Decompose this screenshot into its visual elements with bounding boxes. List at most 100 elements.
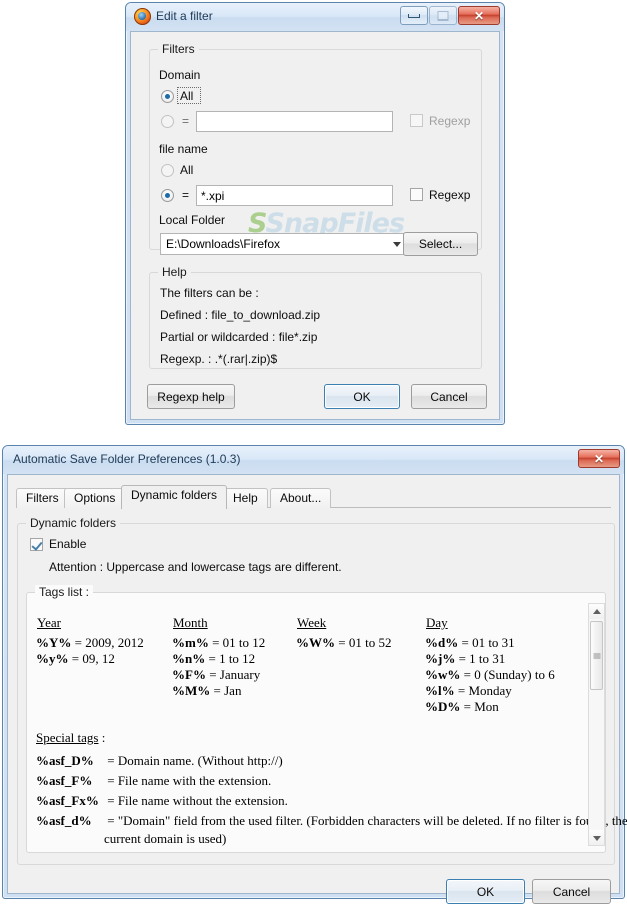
help-group-legend: Help bbox=[158, 265, 191, 279]
filename-eq-label: = bbox=[182, 188, 190, 202]
tag-desc: = Monday bbox=[454, 683, 512, 698]
triangle-up-icon bbox=[592, 608, 601, 614]
enable-checkbox[interactable] bbox=[30, 538, 43, 551]
cancel-label: Cancel bbox=[430, 389, 468, 404]
tab-dynamic-folders-label: Dynamic folders bbox=[131, 488, 218, 502]
close-icon[interactable]: ✕ bbox=[458, 6, 500, 25]
cancel-button[interactable]: Cancel bbox=[411, 384, 487, 409]
window-controls: ✕ bbox=[399, 6, 500, 25]
filename-eq-radio[interactable] bbox=[161, 189, 174, 202]
tag-desc: = 09, 12 bbox=[68, 651, 115, 666]
tag-row: %D% = Mon bbox=[425, 699, 499, 715]
tag-key: %asf_F% bbox=[36, 773, 93, 788]
tag-row: %y% = 09, 12 bbox=[36, 651, 115, 667]
local-folder-label: Local Folder bbox=[159, 213, 226, 227]
scroll-up-icon[interactable] bbox=[589, 604, 604, 619]
special-tag-row: %asf_D% = Domain name. (Without http://) bbox=[36, 753, 283, 769]
edit-filter-titlebar[interactable]: Edit a filter ✕ bbox=[126, 3, 504, 31]
filename-regexp-checkbox[interactable] bbox=[410, 188, 423, 201]
domain-all-label: All bbox=[180, 89, 194, 103]
tag-desc: = 1 to 12 bbox=[205, 651, 256, 666]
domain-regexp-label: Regexp bbox=[429, 114, 471, 128]
domain-eq-radio[interactable] bbox=[161, 115, 174, 128]
tag-column-heading-month: Month bbox=[173, 615, 208, 630]
scroll-down-icon[interactable] bbox=[589, 830, 604, 845]
close-icon[interactable]: ✕ bbox=[578, 449, 620, 468]
tag-key: %l% bbox=[425, 683, 455, 698]
filename-regexp-label: Regexp bbox=[429, 188, 471, 202]
close-glyph: ✕ bbox=[593, 451, 605, 466]
edit-filter-title: Edit a filter bbox=[156, 9, 213, 23]
tag-desc: = Mon bbox=[460, 699, 499, 714]
tag-key: %Y% bbox=[36, 635, 72, 650]
tag-row: %Y% = 2009, 2012 bbox=[36, 635, 144, 651]
tab-strip: Filters Options Dynamic folders Help Abo… bbox=[16, 483, 611, 509]
close-glyph: ✕ bbox=[473, 8, 485, 23]
special-tags-heading-text: Special tags bbox=[36, 730, 99, 745]
tag-key: %w% bbox=[425, 667, 461, 682]
select-folder-button[interactable]: Select... bbox=[403, 232, 478, 256]
filters-group-legend: Filters bbox=[158, 42, 199, 56]
tab-filters-label: Filters bbox=[26, 491, 59, 505]
select-folder-label: Select... bbox=[418, 237, 463, 251]
tab-help[interactable]: Help bbox=[223, 488, 268, 508]
tag-desc: = Jan bbox=[210, 683, 242, 698]
help-line-1: The filters can be : bbox=[160, 286, 259, 300]
domain-regexp-checkbox[interactable] bbox=[410, 114, 423, 127]
tags-list-scrollbar[interactable] bbox=[588, 603, 605, 846]
preferences-title: Automatic Save Folder Preferences (1.0.3… bbox=[13, 452, 241, 466]
tab-help-label: Help bbox=[233, 491, 258, 505]
filename-all-label: All bbox=[180, 163, 194, 177]
special-tag-row: %asf_Fx% = File name without the extensi… bbox=[36, 793, 288, 809]
tab-about-label: About... bbox=[280, 491, 322, 505]
tag-row: %j% = 1 to 31 bbox=[425, 651, 505, 667]
regexp-help-button[interactable]: Regexp help bbox=[147, 384, 235, 409]
tag-key: %j% bbox=[425, 651, 456, 666]
tag-key: %asf_D% bbox=[36, 753, 94, 768]
maximize-button[interactable] bbox=[429, 6, 457, 25]
tag-key: %M% bbox=[172, 683, 211, 698]
preferences-window-controls: ✕ bbox=[577, 449, 620, 468]
tab-filters[interactable]: Filters bbox=[16, 488, 69, 508]
tab-about[interactable]: About... bbox=[270, 488, 332, 508]
tag-key: %m% bbox=[172, 635, 209, 650]
tag-row: %n% = 1 to 12 bbox=[172, 651, 255, 667]
preferences-window: Automatic Save Folder Preferences (1.0.3… bbox=[2, 445, 627, 904]
domain-value-input[interactable] bbox=[196, 111, 393, 132]
edit-filter-client: SSnapFiles Filters Domain All = Regexp f… bbox=[130, 31, 500, 420]
tag-desc: = Domain name. (Without http://) bbox=[104, 753, 283, 768]
minimize-button[interactable] bbox=[400, 6, 428, 25]
help-line-2: Defined : file_to_download.zip bbox=[160, 308, 321, 322]
special-tags-heading: Special tags : bbox=[36, 730, 105, 746]
tag-column-heading-day: Day bbox=[426, 615, 448, 630]
cancel-button[interactable]: Cancel bbox=[532, 879, 611, 904]
filename-value-input[interactable]: *.xpi bbox=[196, 185, 393, 206]
tag-row: %m% = 01 to 12 bbox=[172, 635, 265, 651]
ok-label: OK bbox=[353, 389, 371, 404]
scrollbar-thumb[interactable] bbox=[590, 621, 603, 690]
firefox-icon bbox=[134, 8, 151, 25]
ok-label: OK bbox=[476, 884, 495, 899]
ok-button[interactable]: OK bbox=[324, 384, 400, 409]
local-folder-combo[interactable]: E:\Downloads\Firefox bbox=[160, 233, 409, 255]
tag-desc: = January bbox=[205, 667, 261, 682]
chevron-down-icon bbox=[393, 242, 401, 247]
attention-text: Attention : Uppercase and lowercase tags… bbox=[49, 560, 342, 574]
ok-button[interactable]: OK bbox=[446, 879, 525, 904]
tag-key: %asf_d% bbox=[36, 813, 92, 828]
tag-desc: = "Domain" field from the used filter. (… bbox=[104, 813, 627, 828]
filename-all-radio[interactable] bbox=[161, 164, 174, 177]
tag-row: %M% = Jan bbox=[172, 683, 241, 699]
tab-dynamic-folders[interactable]: Dynamic folders bbox=[121, 485, 228, 509]
special-tag-continuation: current domain is used) bbox=[104, 831, 227, 846]
edit-filter-window: Edit a filter ✕ SSnapFiles Filters Domai… bbox=[125, 2, 505, 425]
domain-all-radio[interactable] bbox=[161, 90, 174, 103]
tag-desc: = 01 to 12 bbox=[208, 635, 266, 650]
tag-desc: = File name without the extension. bbox=[104, 793, 288, 808]
preferences-titlebar[interactable]: Automatic Save Folder Preferences (1.0.3… bbox=[3, 446, 624, 474]
tag-key: %F% bbox=[172, 667, 206, 682]
tab-options-label: Options bbox=[74, 491, 116, 505]
tab-options[interactable]: Options bbox=[64, 488, 126, 508]
tag-key: %D% bbox=[425, 699, 461, 714]
tag-row: %F% = January bbox=[172, 667, 260, 683]
